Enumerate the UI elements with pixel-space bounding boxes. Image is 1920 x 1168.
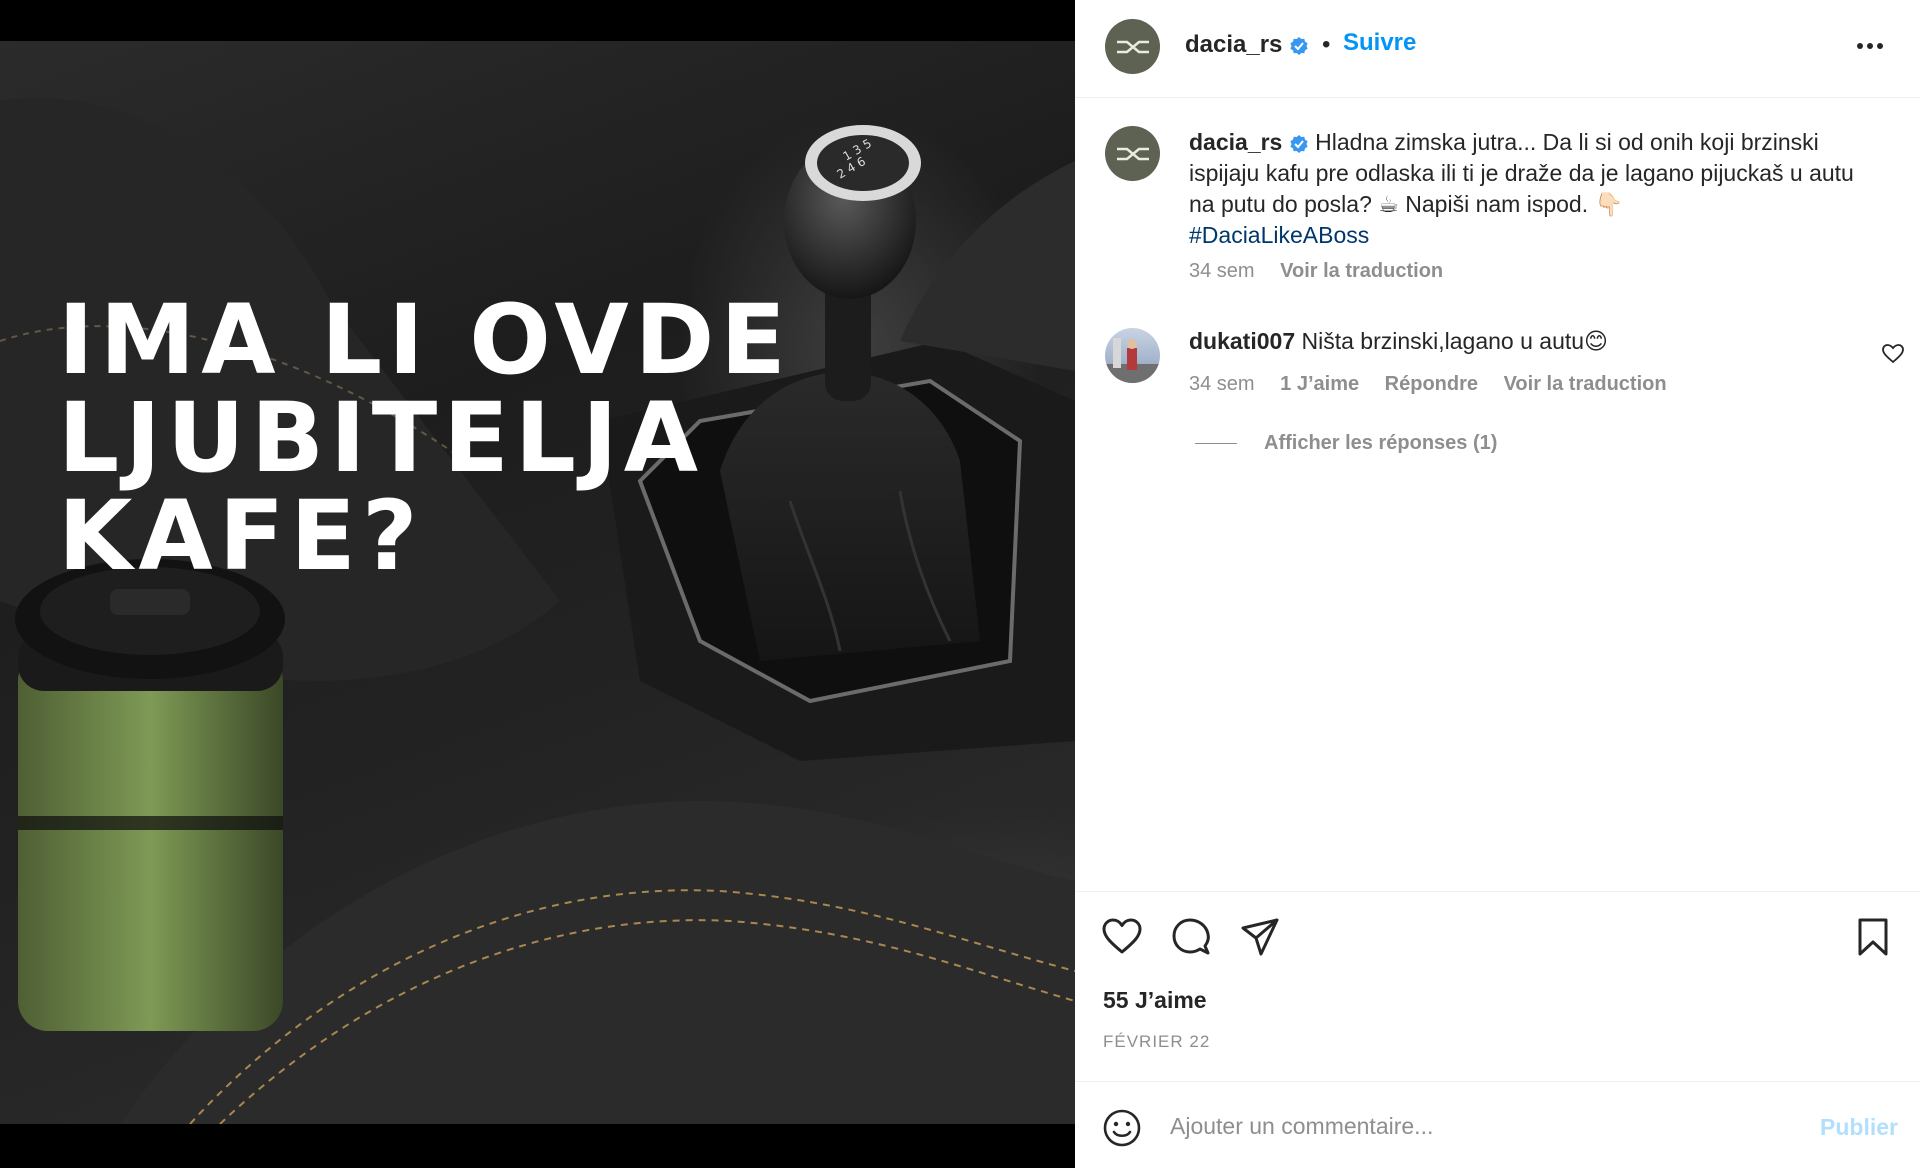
- comment-like-heart-icon[interactable]: [1881, 342, 1905, 366]
- bookmark-icon[interactable]: [1852, 916, 1894, 958]
- show-replies-button[interactable]: Afficher les réponses (1): [1195, 432, 1497, 455]
- caption-text-block: dacia_rs Hladna zimska jutra... Da li si…: [1189, 127, 1879, 251]
- header-separator: •: [1322, 31, 1331, 58]
- comment-text: Ništa brzinski,lagano u autu😊: [1301, 328, 1609, 354]
- person-photo-icon: [1105, 338, 1160, 383]
- caption-translate-link[interactable]: Voir la traduction: [1280, 260, 1443, 282]
- more-options-icon[interactable]: [1850, 34, 1890, 58]
- comment-time[interactable]: 34 sem: [1189, 373, 1255, 395]
- comment-icon[interactable]: [1170, 916, 1212, 958]
- author-avatar[interactable]: [1105, 19, 1160, 74]
- likes-count[interactable]: 55 J’aime: [1103, 987, 1207, 1014]
- commenter-avatar[interactable]: [1105, 328, 1160, 383]
- post-headline: IMA LI OVDE LJUBITELJA KAFE?: [58, 291, 1018, 585]
- comment-meta: 34 sem 1 J’aime Répondre Voir la traduct…: [1189, 373, 1687, 396]
- post-image[interactable]: 1 3 5 2 4 6 IMA LI OVDE LJUBITELJA KAFE?: [0, 41, 1075, 1124]
- caption-author-avatar[interactable]: [1105, 126, 1160, 181]
- caption-meta: 34 sem Voir la traduction: [1189, 260, 1463, 283]
- emoji-icon[interactable]: [1102, 1108, 1142, 1148]
- headline-line-3: KAFE?: [58, 480, 424, 592]
- add-comment-bar: Publier: [1075, 1081, 1920, 1168]
- post-date[interactable]: FÉVRIER 22: [1103, 1032, 1210, 1052]
- publish-button[interactable]: Publier: [1820, 1114, 1898, 1141]
- post-media[interactable]: 1 3 5 2 4 6 IMA LI OVDE LJUBITELJA KAFE?: [0, 0, 1075, 1168]
- verified-badge-icon: [1290, 36, 1308, 55]
- author-username[interactable]: dacia_rs: [1185, 31, 1309, 59]
- headline-line-1: IMA LI OVDE: [58, 284, 792, 396]
- dacia-logo-icon: [1116, 40, 1149, 53]
- replies-divider-line: [1195, 443, 1237, 444]
- comment-username[interactable]: dukati007: [1189, 328, 1295, 354]
- show-replies-label[interactable]: Afficher les réponses (1): [1264, 432, 1497, 455]
- author-username-text[interactable]: dacia_rs: [1185, 31, 1282, 58]
- caption-hashtag[interactable]: #DaciaLikeABoss: [1189, 222, 1369, 248]
- caption-time[interactable]: 34 sem: [1189, 260, 1255, 282]
- verified-badge-icon: [1290, 134, 1308, 153]
- heart-icon[interactable]: [1101, 916, 1143, 958]
- comment-reply-button[interactable]: Répondre: [1385, 373, 1478, 395]
- comment-translate-link[interactable]: Voir la traduction: [1504, 373, 1667, 395]
- caption-username[interactable]: dacia_rs: [1189, 129, 1282, 155]
- dacia-logo-icon: [1116, 147, 1149, 160]
- comment-input[interactable]: [1170, 1104, 1770, 1148]
- comment-text-line: dukati007 Ništa brzinski,lagano u autu😊: [1189, 328, 1608, 355]
- post-side-panel: dacia_rs • Suivre dacia_rs Hladna zimska…: [1075, 0, 1920, 1168]
- post-header: dacia_rs • Suivre: [1075, 0, 1920, 98]
- headline-line-2: LJUBITELJA: [58, 382, 704, 494]
- comment-likes-count[interactable]: 1 J’aime: [1280, 373, 1359, 395]
- follow-button[interactable]: Suivre: [1343, 29, 1416, 57]
- share-icon[interactable]: [1239, 916, 1281, 958]
